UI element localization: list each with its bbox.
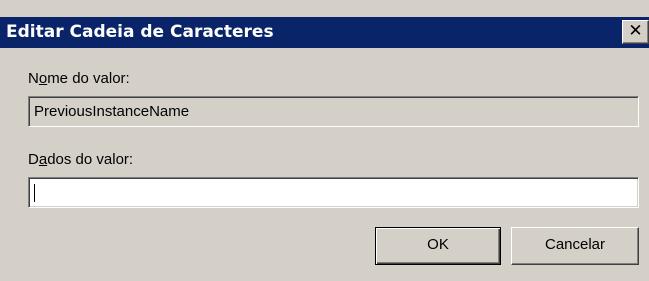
ok-button[interactable]: OK [375, 227, 501, 265]
value-data-input[interactable] [28, 177, 639, 208]
text-caret [34, 184, 35, 202]
dialog-title: Editar Cadeia de Caracteres [6, 22, 274, 42]
title-bar[interactable]: Editar Cadeia de Caracteres ✕ [0, 17, 649, 48]
value-name-field: PreviousInstanceName [28, 96, 639, 127]
edit-string-dialog: Editar Cadeia de Caracteres ✕ Nome do va… [0, 0, 649, 281]
cancel-button[interactable]: Cancelar [511, 227, 639, 265]
value-name-text: PreviousInstanceName [34, 103, 190, 120]
value-name-label: Nome do valor: [28, 70, 130, 87]
close-icon: ✕ [628, 21, 643, 41]
value-data-label: Dados do valor: [28, 151, 134, 168]
close-button[interactable]: ✕ [622, 20, 649, 44]
